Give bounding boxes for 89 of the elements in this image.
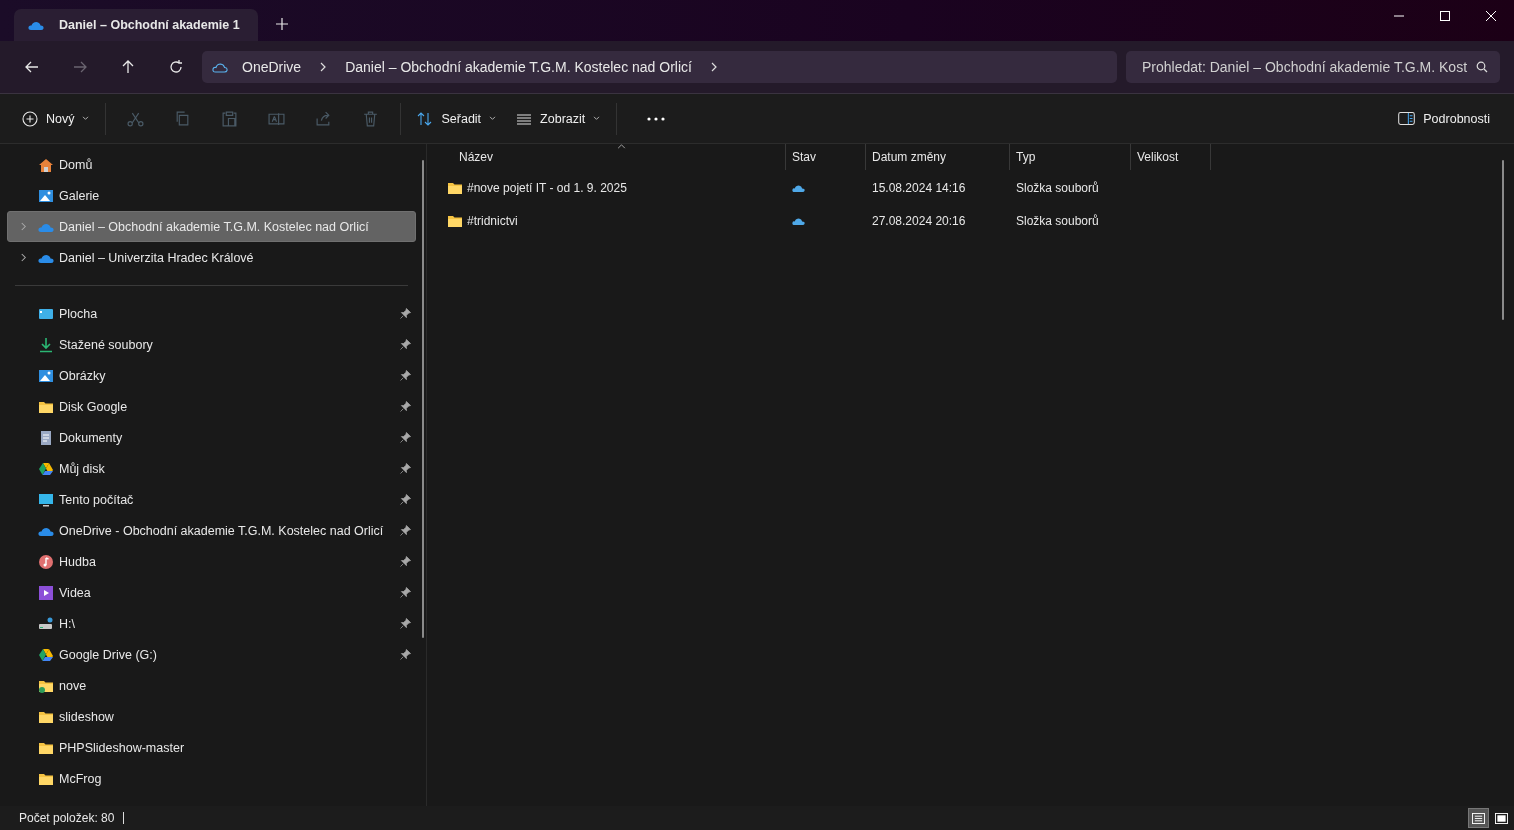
sidebar-item[interactable]: Obrázky: [7, 360, 416, 391]
item-count: Počet položek: 80: [19, 811, 115, 825]
details-button[interactable]: Podrobnosti: [1388, 105, 1500, 132]
scrollbar[interactable]: [1502, 160, 1504, 320]
sidebar-item[interactable]: Plocha: [7, 298, 416, 329]
view-button[interactable]: Zobrazit: [506, 104, 611, 133]
panel-icon: [1398, 112, 1416, 125]
sidebar-item[interactable]: Hudba: [7, 546, 416, 577]
plus-circle-icon: [22, 110, 38, 127]
search-input[interactable]: Prohledat: Daniel – Obchodní akademie T.G.M. Kost: [1140, 58, 1476, 76]
sidebar-item[interactable]: Domů: [7, 149, 416, 180]
column-header[interactable]: Název: [433, 144, 786, 170]
date-text: 15.08.2024 14:16: [872, 180, 966, 195]
sidebar-item[interactable]: Daniel – Obchodní akademie T.G.M. Kostelec nad Orlicí: [7, 211, 416, 242]
music-icon: [38, 553, 54, 570]
column-header[interactable]: Velikost: [1131, 144, 1211, 170]
video-icon: [38, 584, 54, 601]
sidebar-item[interactable]: Tento počítač: [7, 484, 416, 515]
column-header[interactable]: Stav: [786, 144, 866, 170]
sidebar-item[interactable]: Galerie: [7, 180, 416, 211]
pin-icon[interactable]: [400, 556, 411, 567]
chevron-right-icon[interactable]: [19, 253, 27, 262]
caret-down-icon: [489, 116, 497, 121]
pin-icon[interactable]: [400, 649, 411, 660]
pin-icon[interactable]: [400, 401, 411, 412]
maximize-icon[interactable]: [1440, 11, 1450, 21]
back-arrow-icon[interactable]: [24, 59, 40, 75]
sidebar-item[interactable]: H:\: [7, 608, 416, 639]
chevron-right-icon[interactable]: [319, 62, 328, 72]
type-text: Složka souborů: [1016, 213, 1099, 228]
type-text: Složka souborů: [1016, 180, 1099, 195]
monitor-icon: [38, 491, 54, 508]
sidebar-item[interactable]: Dokumenty: [7, 422, 416, 453]
list-icon: [1472, 812, 1485, 824]
home-icon: [38, 156, 54, 173]
column-header[interactable]: Typ: [1010, 144, 1131, 170]
picture-icon: [38, 367, 54, 384]
pin-icon[interactable]: [400, 494, 411, 505]
date-text: 27.08.2024 20:16: [872, 213, 966, 228]
picture-icon: [38, 187, 54, 204]
sidebar-item[interactable]: OneDrive - Obchodní akademie T.G.M. Kostelec nad Orlicí: [7, 515, 416, 546]
caret-down-icon: [593, 116, 601, 121]
pin-icon[interactable]: [400, 432, 411, 443]
sort-icon: [417, 110, 434, 127]
triangle-icon: [38, 646, 54, 663]
new-button[interactable]: Nový: [12, 104, 100, 133]
sidebar-item[interactable]: McFrog: [7, 763, 416, 794]
window-tab[interactable]: Daniel – Obchodní akademie 1: [14, 9, 258, 41]
file-name: #nove pojetí IT - od 1. 9. 2025: [467, 180, 627, 195]
up-arrow-icon[interactable]: [120, 59, 136, 75]
sidebar-item[interactable]: nove: [7, 670, 416, 701]
breadcrumb[interactable]: OneDrive: [234, 59, 310, 75]
details-view-button[interactable]: [1468, 808, 1489, 828]
column-header[interactable]: Datum změny: [866, 144, 1010, 170]
file-name: #tridnictvi: [467, 213, 518, 228]
pin-icon[interactable]: [400, 308, 411, 319]
pin-icon[interactable]: [400, 339, 411, 350]
file-row[interactable]: #tridnictvi 27.08.2024 20:16 Složka souborů: [433, 205, 1514, 236]
more-icon[interactable]: [647, 116, 666, 121]
scrollbar[interactable]: [422, 160, 424, 638]
sidebar-item[interactable]: Disk Google: [7, 391, 416, 422]
triangle-icon: [38, 460, 54, 477]
add-icon[interactable]: [276, 18, 288, 30]
close-icon[interactable]: [1486, 11, 1496, 21]
sidebar-item[interactable]: PHPSlideshow-master: [7, 732, 416, 763]
search-icon: [1476, 61, 1488, 73]
pin-icon[interactable]: [400, 463, 411, 474]
sort-button[interactable]: Seřadit: [407, 104, 507, 133]
tile-icon: [1495, 812, 1508, 824]
sidebar-item[interactable]: Google Drive (G:): [7, 639, 416, 670]
sidebar-item[interactable]: Můj disk: [7, 453, 416, 484]
download-icon: [38, 336, 54, 353]
document-icon: [38, 429, 54, 446]
sidebar-item[interactable]: slideshow: [7, 701, 416, 732]
breadcrumb[interactable]: Daniel – Obchodní akademie T.G.M. Kostelec nad Orlicí: [337, 59, 700, 75]
caret-down-icon: [82, 116, 90, 121]
address-bar[interactable]: OneDrive Daniel – Obchodní akademie T.G.M. Kostelec nad Orlicí: [202, 51, 1117, 83]
sidebar-item[interactable]: Stažené soubory: [7, 329, 416, 360]
pin-icon[interactable]: [400, 587, 411, 598]
drive-icon: [38, 615, 54, 632]
file-row[interactable]: #nove pojetí IT - od 1. 9. 2025 15.08.2024 14:16 Složka souborů: [433, 172, 1514, 203]
sidebar-item[interactable]: Daniel – Univerzita Hradec Králové: [7, 242, 416, 273]
refresh-icon[interactable]: [168, 59, 184, 75]
search-field[interactable]: Prohledat: Daniel – Obchodní akademie T.G.M. Kost: [1126, 51, 1500, 83]
chevron-right-icon[interactable]: [709, 62, 718, 72]
sidebar-item[interactable]: Videa: [7, 577, 416, 608]
pin-icon[interactable]: [400, 370, 411, 381]
pin-icon[interactable]: [400, 618, 411, 629]
pin-icon[interactable]: [400, 525, 411, 536]
